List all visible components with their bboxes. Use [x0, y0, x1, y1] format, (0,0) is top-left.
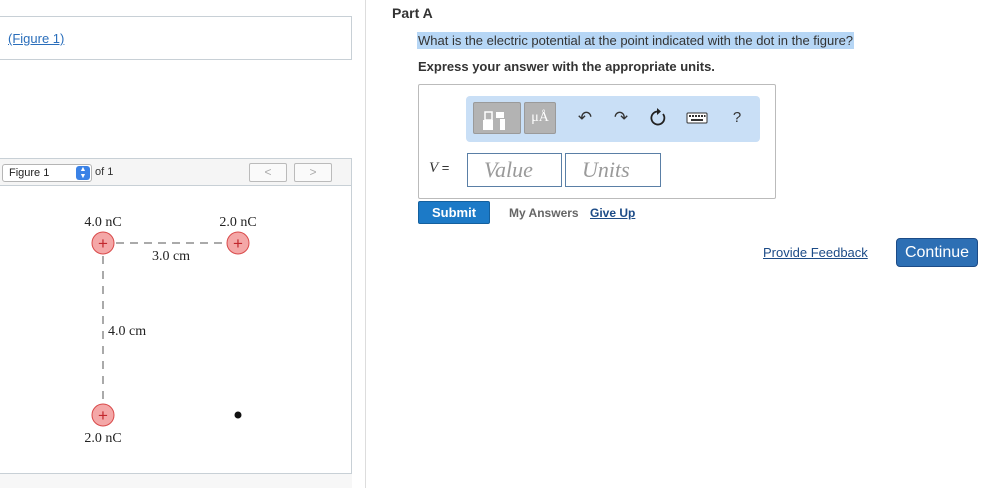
answer-instruction: Express your answer with the appropriate… [418, 59, 715, 74]
templates-icon [483, 111, 505, 130]
charge-label-bottom-left: 2.0 nC [84, 431, 121, 446]
units-button[interactable]: μÅ [524, 102, 556, 134]
plus-sign: + [98, 406, 108, 425]
target-point [234, 411, 242, 419]
figure-panel-footer [0, 473, 352, 488]
redo-icon[interactable]: ↷ [610, 102, 632, 134]
charge-label-top-right: 2.0 nC [219, 215, 256, 230]
charge-top-left: + [91, 231, 115, 255]
panel-divider [365, 0, 366, 488]
figure-diagram: + + + 4.0 nC 2.0 nC 2.0 nC 3.0 cm 4.0 cm [84, 215, 256, 446]
value-input[interactable] [467, 153, 562, 187]
figure-toolbar: Figure 1 ▲ ▼ of 1 < > [0, 158, 352, 186]
next-figure-button[interactable]: > [294, 163, 332, 182]
units-input[interactable] [565, 153, 661, 187]
continue-button[interactable]: Continue [896, 238, 978, 267]
figure-link-box: (Figure 1) [0, 16, 352, 60]
provide-feedback-link[interactable]: Provide Feedback [763, 245, 868, 260]
my-answers-link[interactable]: My Answers [509, 206, 579, 220]
variable-symbol: V [429, 160, 439, 176]
plus-sign: + [233, 234, 243, 253]
select-arrows-icon: ▲ ▼ [76, 166, 90, 180]
variable-label: V = [429, 160, 449, 177]
help-button[interactable]: ? [726, 102, 748, 134]
charge-bottom-left: + [91, 403, 115, 427]
undo-icon[interactable]: ↶ [574, 102, 596, 134]
submit-button[interactable]: Submit [418, 201, 490, 224]
question-text: What is the electric potential at the po… [417, 32, 855, 49]
give-up-link[interactable]: Give Up [590, 206, 635, 220]
figure-link[interactable]: (Figure 1) [8, 31, 64, 46]
charge-label-top-left: 4.0 nC [84, 215, 121, 230]
vertical-distance-label: 4.0 cm [108, 324, 146, 339]
charge-top-right: + [226, 231, 250, 255]
keyboard-icon[interactable] [686, 102, 708, 134]
figure-select-value: Figure 1 [9, 167, 50, 179]
figure-count: of 1 [95, 166, 114, 178]
previous-figure-button[interactable]: < [249, 163, 287, 182]
part-title: Part A [392, 5, 433, 21]
horizontal-distance-label: 3.0 cm [152, 249, 190, 264]
figure-select[interactable]: Figure 1 ▲ ▼ [2, 164, 92, 182]
equals-sign: = [438, 160, 450, 175]
plus-sign: + [98, 234, 108, 253]
templates-button[interactable] [473, 102, 521, 134]
left-panel-border [351, 158, 352, 488]
math-toolbar: μÅ ↶ ↷ ? [466, 96, 760, 142]
reset-icon[interactable] [647, 102, 669, 134]
